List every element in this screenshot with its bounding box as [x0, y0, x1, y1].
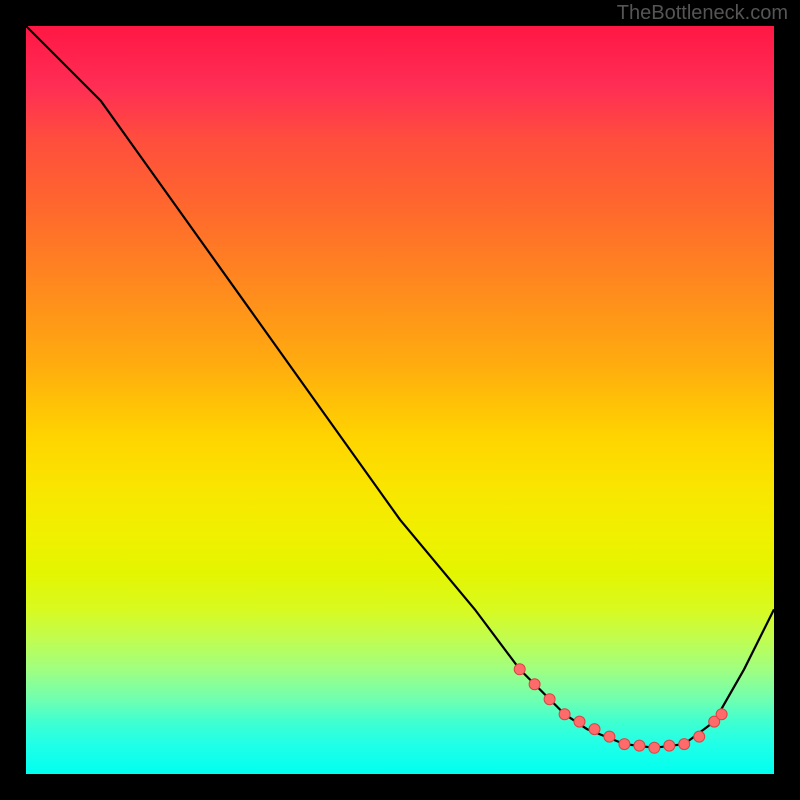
dot [604, 731, 615, 742]
plot-area [26, 26, 774, 774]
dot [514, 664, 525, 675]
dot [634, 740, 645, 751]
dot [694, 731, 705, 742]
dot [619, 739, 630, 750]
dot [649, 742, 660, 753]
dot [529, 679, 540, 690]
dot [559, 709, 570, 720]
watermark-text: TheBottleneck.com [617, 2, 788, 25]
dot [574, 716, 585, 727]
highlight-dots [514, 664, 727, 754]
dot [589, 724, 600, 735]
dot [664, 740, 675, 751]
dot [544, 694, 555, 705]
chart-svg [26, 26, 774, 774]
dot [679, 739, 690, 750]
bottleneck-curve [26, 26, 774, 748]
dot [716, 709, 727, 720]
